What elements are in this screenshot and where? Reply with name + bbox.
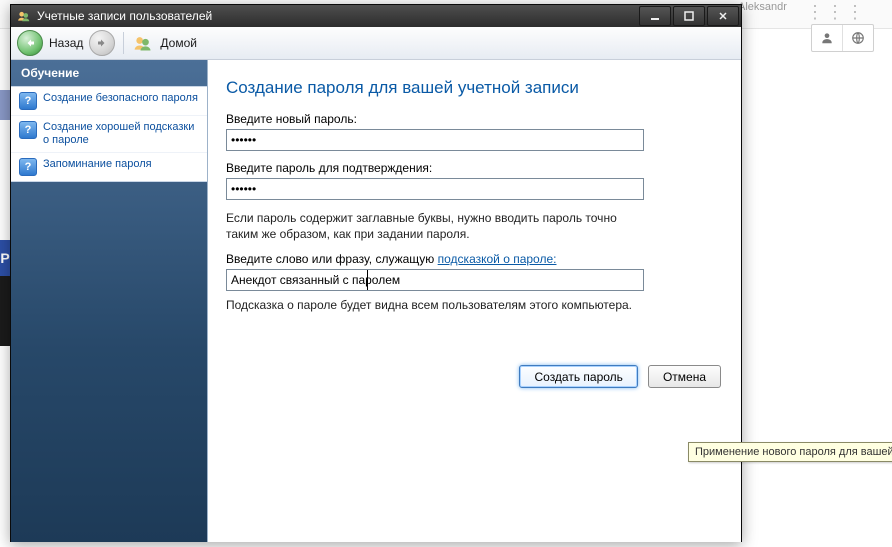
sidebar-item-label: Запоминание пароля bbox=[43, 158, 152, 171]
new-password-label: Введите новый пароль: bbox=[226, 112, 721, 126]
globe-icon[interactable] bbox=[842, 25, 873, 51]
sidebar-item-label: Создание хорошей подсказки о пароле bbox=[43, 121, 199, 147]
app-icon bbox=[17, 9, 31, 23]
home-label[interactable]: Домой bbox=[160, 36, 197, 50]
confirm-password-input[interactable] bbox=[226, 178, 644, 200]
nav-toolbar: Назад Домой bbox=[11, 27, 741, 60]
maximize-button[interactable] bbox=[673, 6, 705, 26]
hint-visibility-note: Подсказка о пароле будет видна всем поль… bbox=[226, 297, 646, 313]
bg-toolbar-chip bbox=[811, 24, 874, 52]
back-label: Назад bbox=[49, 36, 83, 50]
sidebar-item-good-hint[interactable]: ? Создание хорошей подсказки о пароле bbox=[11, 116, 207, 153]
user-accounts-window: Учетные записи пользователей Назад Домой bbox=[10, 4, 742, 542]
create-password-button[interactable]: Создать пароль bbox=[519, 365, 637, 388]
grid-apps-icon[interactable]: ⋮⋮⋮ bbox=[806, 2, 866, 23]
confirm-password-label: Введите пароль для подтверждения: bbox=[226, 161, 721, 175]
hint-label: Введите слово или фразу, служащую подска… bbox=[226, 252, 721, 266]
back-button[interactable] bbox=[17, 30, 43, 56]
tooltip: Применение нового пароля для вашей учетн… bbox=[688, 442, 892, 462]
new-password-input[interactable] bbox=[226, 129, 644, 151]
help-icon: ? bbox=[19, 158, 37, 176]
caps-note: Если пароль содержит заглавные буквы, ну… bbox=[226, 210, 646, 242]
sidebar-item-remember-password[interactable]: ? Запоминание пароля bbox=[11, 153, 207, 181]
password-hint-input[interactable] bbox=[226, 269, 644, 291]
users-home-icon[interactable] bbox=[132, 32, 154, 54]
hint-link[interactable]: подсказкой о пароле: bbox=[438, 252, 557, 266]
close-button[interactable] bbox=[707, 6, 739, 26]
cancel-button[interactable]: Отмена bbox=[648, 365, 721, 388]
window-title: Учетные записи пользователей bbox=[37, 9, 212, 23]
help-icon: ? bbox=[19, 121, 37, 139]
help-icon: ? bbox=[19, 92, 37, 110]
page-left-strip: P bbox=[0, 90, 10, 530]
bg-username: Aleksandr bbox=[738, 0, 787, 14]
forward-button[interactable] bbox=[89, 30, 115, 56]
content-pane: Создание пароля для вашей учетной записи… bbox=[208, 60, 741, 542]
window-titlebar[interactable]: Учетные записи пользователей bbox=[11, 5, 741, 27]
sidebar-item-safe-password[interactable]: ? Создание безопасного пароля bbox=[11, 87, 207, 116]
minimize-button[interactable] bbox=[639, 6, 671, 26]
sidebar: Обучение ? Создание безопасного пароля ?… bbox=[11, 60, 208, 542]
sidebar-item-label: Создание безопасного пароля bbox=[43, 92, 198, 105]
toolbar-separator bbox=[123, 32, 124, 54]
person-icon[interactable] bbox=[812, 25, 842, 51]
page-title: Создание пароля для вашей учетной записи bbox=[226, 78, 721, 98]
sidebar-heading: Обучение bbox=[11, 60, 207, 84]
